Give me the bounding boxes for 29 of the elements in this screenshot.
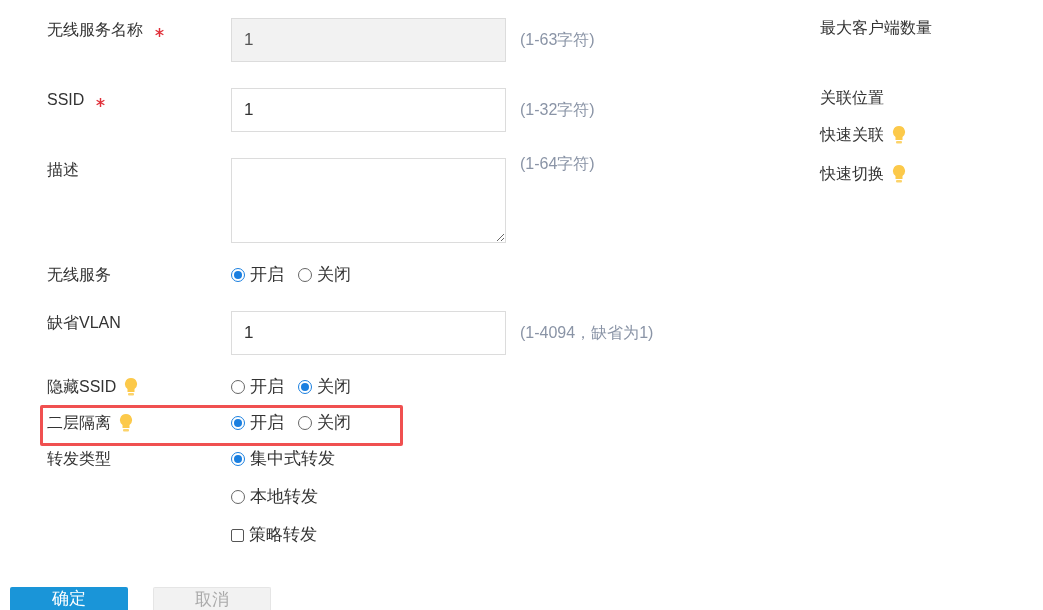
field-label: 二层隔离 xyxy=(47,413,111,433)
field-label: 最大客户端数量 xyxy=(820,18,932,38)
field-label: 快速切换 xyxy=(820,164,884,184)
description-field[interactable] xyxy=(231,158,506,243)
radio-option[interactable]: 关闭 xyxy=(298,411,351,435)
field-label: 隐藏SSID xyxy=(47,377,117,397)
checkbox-option[interactable]: 策略转发 xyxy=(231,523,335,547)
field-label: 缺省VLAN xyxy=(47,313,121,333)
radio-option[interactable]: 开启 xyxy=(231,263,284,287)
hint-text: (1-32字符) xyxy=(520,100,595,120)
text-field[interactable]: 1 xyxy=(231,88,506,132)
radio-option[interactable]: 关闭 xyxy=(298,263,351,287)
field-label: 无线服务名称 xyxy=(47,20,143,40)
radio-option[interactable]: 开启 xyxy=(231,375,284,399)
radio-option[interactable]: 集中式转发 xyxy=(231,447,335,471)
radio-option[interactable]: 本地转发 xyxy=(231,485,335,509)
field-label: 转发类型 xyxy=(47,449,111,469)
text-field[interactable]: 1 xyxy=(231,311,506,355)
radio-option[interactable]: 关闭 xyxy=(298,375,351,399)
field-label: 描述 xyxy=(47,160,79,180)
field-label: 关联位置 xyxy=(820,88,884,108)
hint-text: (1-64字符) xyxy=(520,154,595,174)
hint-text: (1-63字符) xyxy=(520,30,595,50)
field-label: 快速关联 xyxy=(820,125,884,145)
checkbox[interactable] xyxy=(231,528,244,542)
field-label: SSID xyxy=(47,90,85,110)
radio-option[interactable]: 开启 xyxy=(231,411,284,435)
hint-text: (1-4094，缺省为1) xyxy=(520,323,654,343)
field-label: 无线服务 xyxy=(47,265,111,285)
